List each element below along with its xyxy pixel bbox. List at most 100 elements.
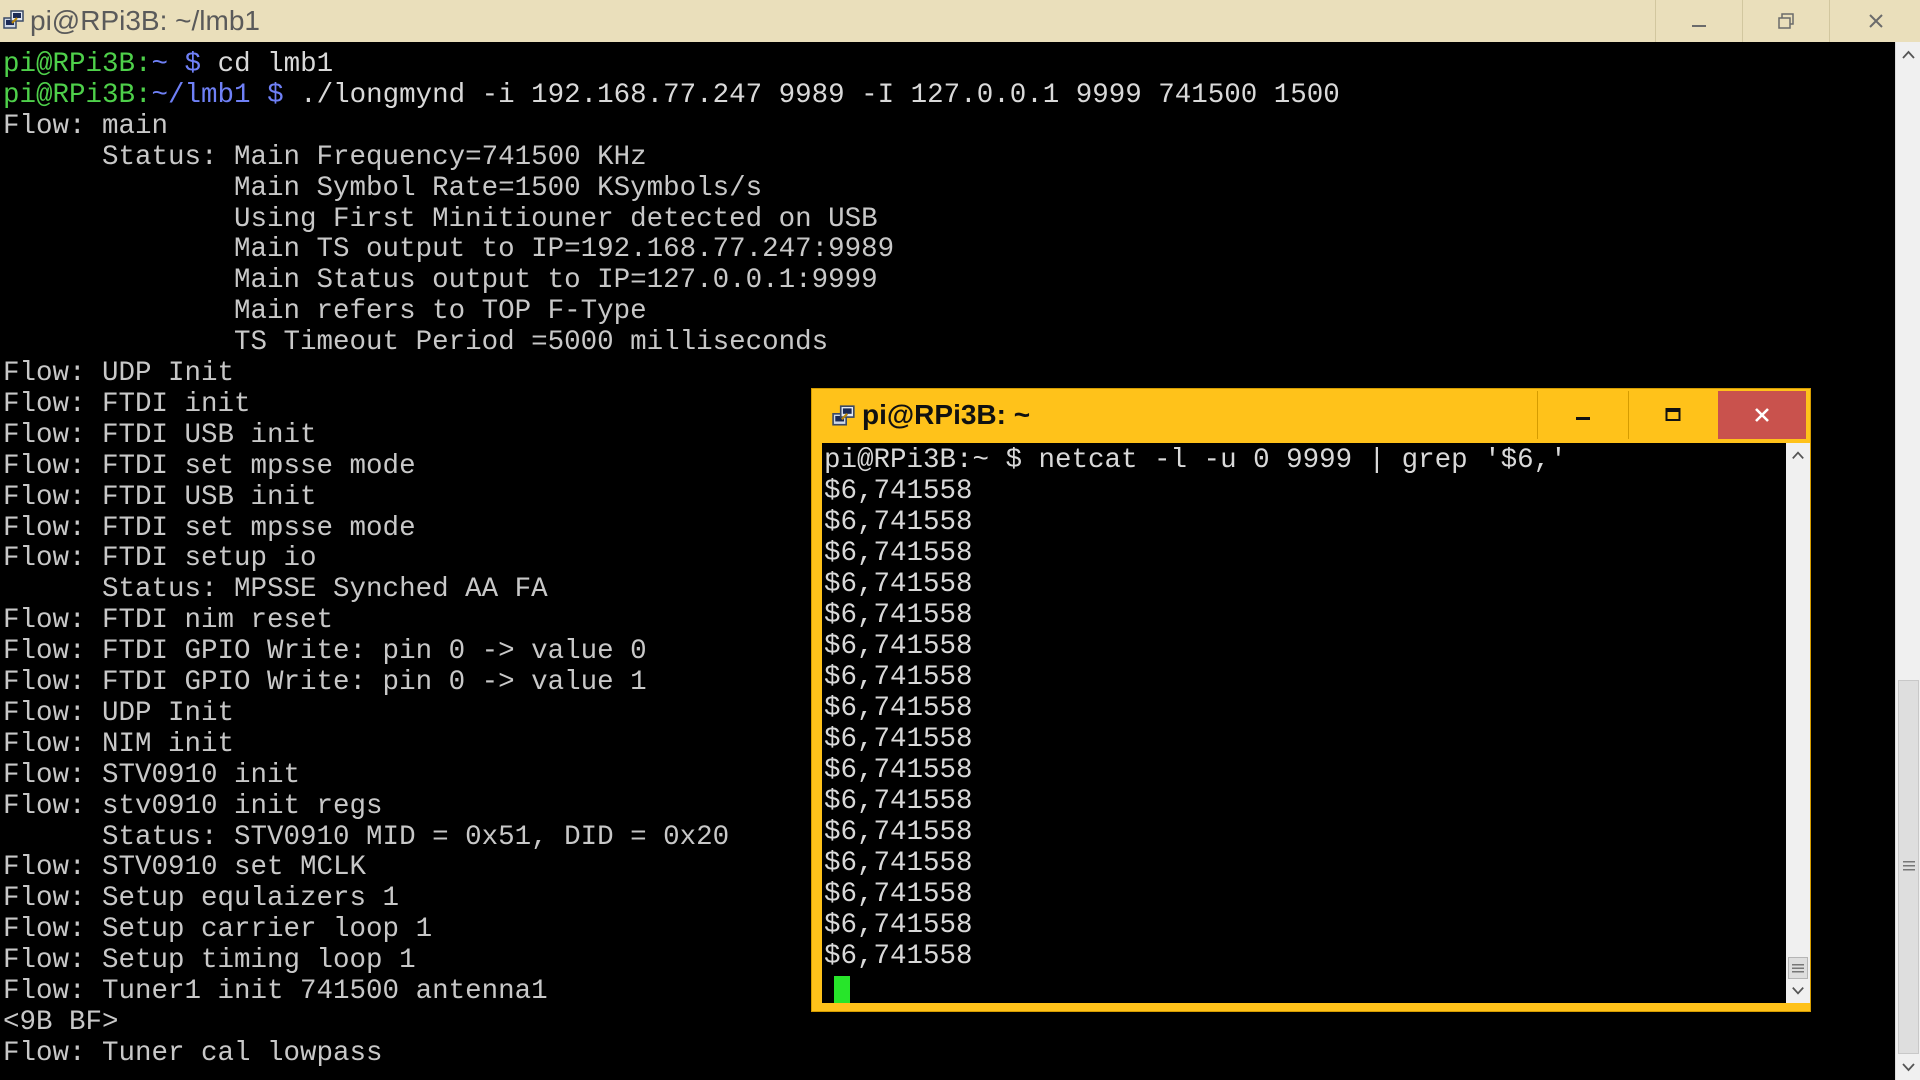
terminal-text: Flow: UDP Init [3, 697, 235, 729]
terminal-line: Flow: main [3, 111, 168, 142]
terminal-line: Flow: Tuner1 init 741500 antenna1 [3, 976, 548, 1007]
terminal-line: $6,741558 [824, 507, 973, 538]
terminal-text: $6,741558 [824, 848, 973, 879]
terminal-line: Flow: stv0910 init regs [3, 791, 383, 822]
minimize-icon [1692, 25, 1706, 27]
main-restore-button[interactable] [1742, 0, 1829, 42]
terminal-text: Flow: main [3, 110, 169, 142]
terminal-text: $6,741558 [824, 755, 973, 786]
terminal-line: Flow: FTDI set mpsse mode [3, 451, 416, 482]
main-scrollbar[interactable] [1895, 42, 1920, 1080]
terminal-line: $6,741558 [824, 631, 973, 662]
terminal-line: $6,741558 [824, 755, 973, 786]
terminal-text: $6,741558 [824, 507, 973, 538]
terminal-text: $6,741558 [824, 910, 973, 941]
terminal-text: cd lmb1 [217, 49, 334, 80]
terminal-line: Status: Main Frequency=741500 KHz [3, 142, 647, 173]
main-window-title: pi@RPi3B: ~/lmb1 [30, 5, 260, 36]
minimize-icon [1576, 417, 1590, 420]
terminal-line: $6,741558 [824, 879, 973, 910]
terminal-text: Flow: FTDI setup io [3, 543, 317, 575]
terminal-line: $6,741558 [824, 724, 973, 755]
terminal-line: pi@RPi3B:~/lmb1 $ ./longmynd -i 192.168.… [3, 80, 1340, 111]
terminal-text: Status: STV0910 MID = 0x51, DID = 0x20 [3, 821, 730, 853]
terminal-line: <9B BF> [3, 1007, 119, 1038]
terminal-text: $6,741558 [824, 941, 973, 972]
terminal-text: $6,741558 [824, 817, 973, 848]
terminal-text: Flow: FTDI GPIO Write: pin 0 -> value 1 [3, 667, 647, 698]
popup-scroll-thumb[interactable] [1788, 957, 1808, 979]
terminal-text: Flow: FTDI set mpsse mode [3, 450, 416, 482]
popup-close-button[interactable] [1718, 391, 1806, 439]
terminal-text: Main TS output to IP=192.168.77.247:9989 [3, 234, 895, 266]
terminal-text: $6,741558 [824, 662, 973, 693]
scroll-down-icon[interactable] [1899, 1057, 1918, 1076]
terminal-line: $6,741558 [824, 693, 973, 724]
close-icon [1868, 14, 1883, 28]
terminal-line: Flow: FTDI USB init [3, 420, 317, 451]
terminal-cursor [834, 976, 850, 1003]
grip-icon [1792, 964, 1804, 973]
terminal-line: Flow: FTDI nim reset [3, 605, 333, 636]
terminal-line: Main refers to TOP F-Type [3, 296, 647, 327]
terminal-line: $6,741558 [824, 476, 973, 507]
popup-maximize-button[interactable] [1628, 391, 1717, 439]
terminal-text: Status: MPSSE Synched AA FA [3, 574, 548, 606]
terminal-text: Main Symbol Rate=1500 KSymbols/s [3, 172, 763, 204]
close-icon [1755, 408, 1769, 422]
terminal-text: pi@RPi3B:~ $ netcat -l -u 0 9999 | grep … [824, 445, 1567, 476]
terminal-text: pi@RPi3B: [3, 79, 152, 111]
terminal-line: Main Status output to IP=127.0.0.1:9999 [3, 265, 878, 296]
terminal-text: Flow: FTDI GPIO Write: pin 0 -> value 0 [3, 636, 647, 668]
terminal-line: Status: STV0910 MID = 0x51, DID = 0x20 [3, 822, 729, 853]
terminal-text: Main Status output to IP=127.0.0.1:9999 [3, 265, 878, 297]
terminal-text: $ [184, 49, 218, 80]
terminal-text: Flow: Setup timing loop 1 [3, 945, 416, 977]
terminal-text: $6,741558 [824, 538, 973, 569]
terminal-line: Flow: UDP Init [3, 358, 234, 389]
terminal-line: $6,741558 [824, 538, 973, 569]
terminal-text: Flow: FTDI set mpsse mode [3, 512, 416, 544]
terminal-text: Flow: stv0910 init regs [3, 790, 383, 822]
terminal-line: Flow: FTDI init [3, 389, 251, 420]
scroll-up-icon[interactable] [1899, 46, 1918, 65]
terminal-line: $6,741558 [824, 569, 973, 600]
terminal-line: Flow: FTDI USB init [3, 482, 317, 513]
terminal-line: $6,741558 [824, 848, 973, 879]
popup-scrollbar[interactable] [1786, 443, 1810, 1003]
terminal-text: ./longmynd -i 192.168.77.247 9989 -I 127… [300, 79, 1340, 111]
main-scroll-thumb[interactable] [1898, 680, 1919, 1054]
terminal-line: Flow: UDP Init [3, 698, 234, 729]
main-title-bar[interactable]: pi@RPi3B: ~/lmb1 [0, 0, 1920, 43]
terminal-text: $6,741558 [824, 569, 973, 600]
maximize-icon [1665, 408, 1681, 421]
terminal-line: Flow: STV0910 set MCLK [3, 852, 366, 883]
terminal-text: $6,741558 [824, 693, 973, 724]
terminal-text: ~/lmb1 [151, 79, 268, 111]
terminal-line: Flow: FTDI setup io [3, 543, 317, 574]
terminal-text: Flow: FTDI USB init [3, 419, 317, 451]
popup-window-title: pi@RPi3B: ~ [862, 399, 1031, 430]
terminal-line: $6,741558 [824, 910, 973, 941]
terminal-line: pi@RPi3B:~ $ cd lmb1 [3, 49, 333, 80]
terminal-text: Flow: Setup equlaizers 1 [3, 883, 400, 915]
popup-title-bar[interactable]: pi@RPi3B: ~ [812, 389, 1810, 441]
terminal-text: <9B BF> [3, 1006, 119, 1038]
main-close-button[interactable] [1829, 0, 1920, 42]
terminal-line: Flow: Tuner cal lowpass [3, 1038, 383, 1069]
terminal-text: $6,741558 [824, 476, 973, 507]
scroll-down-icon[interactable] [1789, 981, 1807, 999]
terminal-text: $6,741558 [824, 600, 973, 631]
main-minimize-button[interactable] [1655, 0, 1742, 42]
terminal-line: Flow: FTDI GPIO Write: pin 0 -> value 0 [3, 636, 647, 667]
terminal-text: $6,741558 [824, 724, 973, 755]
scroll-up-icon[interactable] [1789, 447, 1807, 465]
popup-terminal-output[interactable]: pi@RPi3B:~ $ netcat -l -u 0 9999 | grep … [822, 443, 1786, 1003]
netcat-terminal-window: pi@RPi3B: ~ pi@RPi3B:~ $ netcat -l -u 0 … [811, 388, 1811, 1012]
terminal-text: TS Timeout Period =5000 milliseconds [3, 327, 829, 359]
popup-minimize-button[interactable] [1537, 391, 1628, 439]
terminal-line: Flow: Setup carrier loop 1 [3, 914, 432, 945]
terminal-text: Flow: Setup carrier loop 1 [3, 914, 433, 946]
terminal-line: Status: MPSSE Synched AA FA [3, 574, 548, 605]
terminal-line: pi@RPi3B:~ $ netcat -l -u 0 9999 | grep … [824, 445, 1567, 476]
